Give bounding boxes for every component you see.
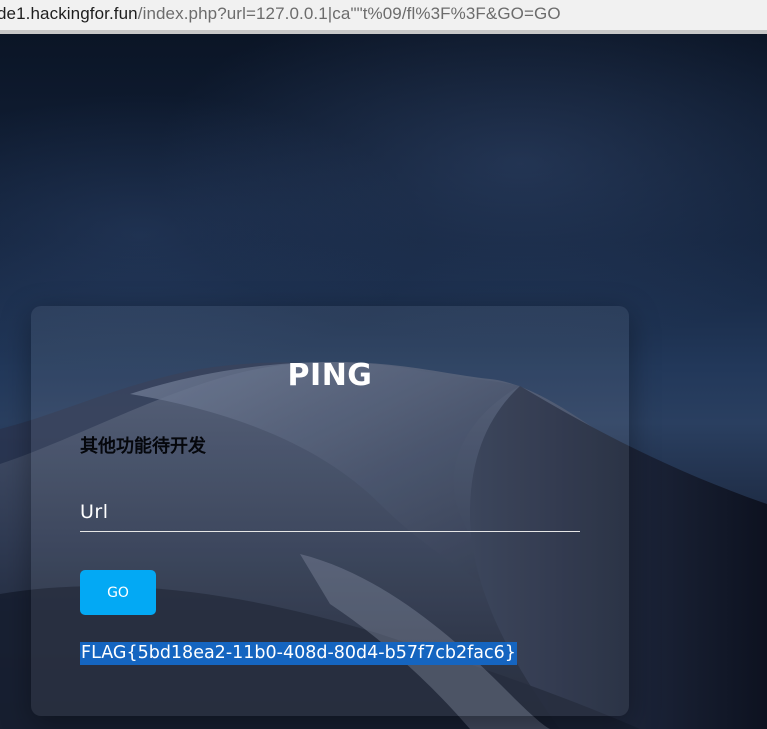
ping-form-card: PING 其他功能待开发 GO FLAG{5bd18ea2-11b0-408d-… — [31, 306, 629, 716]
url-input[interactable] — [80, 492, 580, 532]
address-bar[interactable]: de1.hackingfor.fun/index.php?url=127.0.0… — [0, 0, 767, 34]
page-title: PING — [287, 358, 373, 393]
url-host: de1.hackingfor.fun — [0, 4, 138, 23]
subtitle-text: 其他功能待开发 — [80, 436, 206, 457]
url-path: /index.php?url=127.0.0.1|ca""t%09/fl%3F%… — [137, 4, 561, 23]
flag-output[interactable]: FLAG{5bd18ea2-11b0-408d-80d4-b57f7cb2fac… — [80, 642, 517, 665]
go-button[interactable]: GO — [80, 570, 156, 615]
url-text[interactable]: de1.hackingfor.fun/index.php?url=127.0.0… — [0, 4, 561, 24]
